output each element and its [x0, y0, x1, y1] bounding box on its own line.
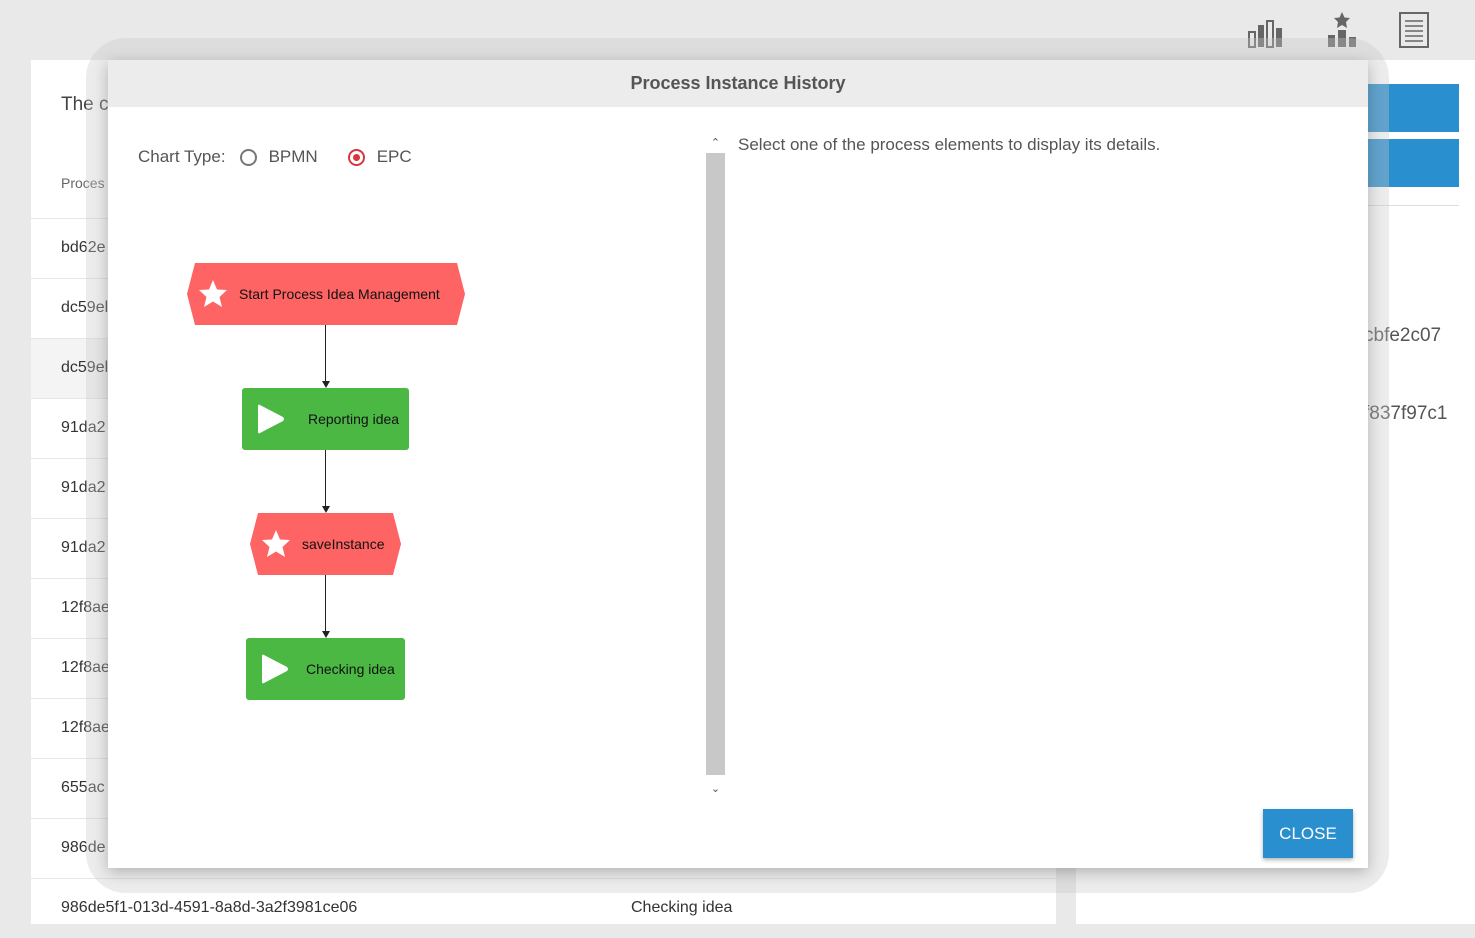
radio-option-epc[interactable]: EPC [347, 147, 442, 167]
node-label: Reporting idea [308, 411, 400, 427]
document-icon[interactable] [1398, 11, 1430, 49]
details-placeholder: Select one of the process elements to di… [738, 135, 1161, 154]
row-activity: Checking idea [631, 899, 733, 916]
node-label: Start Process Idea Management [239, 286, 440, 302]
radio-epc[interactable] [347, 148, 365, 166]
close-button[interactable]: CLOSE [1263, 809, 1353, 858]
epc-event-node[interactable]: saveInstance [250, 513, 401, 575]
epc-event-node[interactable]: Start Process Idea Management [187, 263, 465, 325]
radio-option-bpmn[interactable]: BPMN [239, 147, 348, 167]
radio-epc-label[interactable]: EPC [377, 147, 412, 167]
epc-activity-node[interactable]: Checking idea [246, 638, 405, 700]
row-id: 986de5f1-013d-4591-8a8d-3a2f3981ce06 [61, 899, 358, 916]
epc-diagram: Start Process Idea Management Reporting … [178, 255, 478, 715]
arrowhead [322, 631, 330, 638]
play-icon [262, 654, 288, 684]
process-history-dialog: Process Instance History Chart Type: BPM… [108, 60, 1368, 868]
connector-line [325, 325, 326, 381]
star-icon [262, 530, 290, 557]
node-label: Checking idea [306, 661, 395, 677]
connector-line [325, 575, 326, 631]
chart-type-selector: Chart Type: BPMN EPC [138, 147, 442, 167]
scroll-down-icon[interactable]: ⌄ [706, 779, 725, 799]
arrowhead [322, 506, 330, 513]
arrowhead [322, 381, 330, 388]
epc-activity-node[interactable]: Reporting idea [242, 388, 409, 450]
radio-bpmn[interactable] [239, 148, 257, 166]
dialog-title: Process Instance History [108, 60, 1368, 107]
scrollbar-thumb[interactable] [706, 153, 725, 775]
vertical-scrollbar[interactable]: ⌃ ⌄ [706, 133, 725, 799]
radio-bpmn-label[interactable]: BPMN [269, 147, 318, 167]
chart-type-label: Chart Type: [138, 147, 226, 166]
node-label: saveInstance [302, 536, 385, 552]
play-icon [258, 404, 284, 434]
connector-line [325, 450, 326, 506]
star-icon [199, 280, 227, 307]
scroll-up-icon[interactable]: ⌃ [706, 133, 725, 153]
